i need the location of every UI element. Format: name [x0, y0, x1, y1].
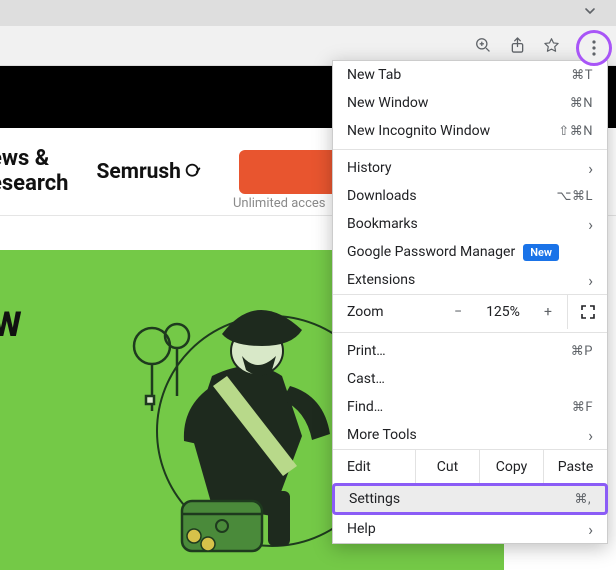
nav-news-research[interactable]: ews & esearch	[0, 147, 68, 195]
menu-cast[interactable]: Cast…	[333, 365, 607, 393]
unlimited-access-text: Unlimited acces	[233, 196, 325, 211]
menu-bookmarks[interactable]: Bookmarks	[333, 210, 607, 238]
menu-print[interactable]: Print…⌘P	[333, 337, 607, 365]
menu-password-manager[interactable]: Google Password ManagerNew	[333, 238, 607, 266]
menu-settings[interactable]: Settings⌘,	[332, 483, 608, 515]
menu-extensions[interactable]: Extensions	[333, 266, 607, 294]
edit-label: Edit	[333, 450, 415, 483]
chevron-right-icon	[588, 520, 593, 539]
zoom-in-button[interactable]: +	[529, 304, 567, 320]
zoom-icon[interactable]	[475, 37, 492, 54]
zoom-value: 125%	[477, 304, 529, 320]
menu-help[interactable]: Help	[333, 515, 607, 543]
chevron-right-icon	[588, 215, 593, 234]
menu-incognito[interactable]: New Incognito Window⇧⌘N	[333, 117, 607, 145]
browser-menu: New Tab⌘T New Window⌘N New Incognito Win…	[332, 60, 608, 544]
hero-title: W	[0, 305, 22, 345]
zoom-out-button[interactable]: −	[439, 304, 477, 320]
brand-semrush[interactable]: Semrush	[96, 160, 202, 184]
paste-button[interactable]: Paste	[543, 450, 607, 483]
menu-downloads[interactable]: Downloads⌥⌘L	[333, 182, 607, 210]
chevron-down-icon[interactable]	[584, 5, 596, 21]
menu-edit-row: Edit Cut Copy Paste	[333, 449, 607, 483]
menu-new-tab[interactable]: New Tab⌘T	[333, 61, 607, 89]
zoom-label: Zoom	[333, 304, 413, 320]
menu-zoom-row: Zoom − 125% +	[333, 294, 607, 328]
menu-more-tools[interactable]: More Tools	[333, 421, 607, 449]
new-badge: New	[523, 244, 559, 261]
menu-new-window[interactable]: New Window⌘N	[333, 89, 607, 117]
fullscreen-icon[interactable]	[567, 295, 607, 329]
browser-menu-highlight	[576, 30, 612, 66]
cta-button[interactable]	[239, 150, 339, 194]
menu-history[interactable]: History	[333, 154, 607, 182]
chevron-right-icon	[588, 426, 593, 445]
menu-icon[interactable]	[584, 38, 604, 58]
copy-button[interactable]: Copy	[479, 450, 543, 483]
menu-find[interactable]: Find…⌘F	[333, 393, 607, 421]
star-icon[interactable]	[543, 37, 560, 54]
chevron-right-icon	[588, 159, 593, 178]
share-icon[interactable]	[510, 37, 525, 54]
chevron-right-icon	[588, 271, 593, 290]
cut-button[interactable]: Cut	[415, 450, 479, 483]
